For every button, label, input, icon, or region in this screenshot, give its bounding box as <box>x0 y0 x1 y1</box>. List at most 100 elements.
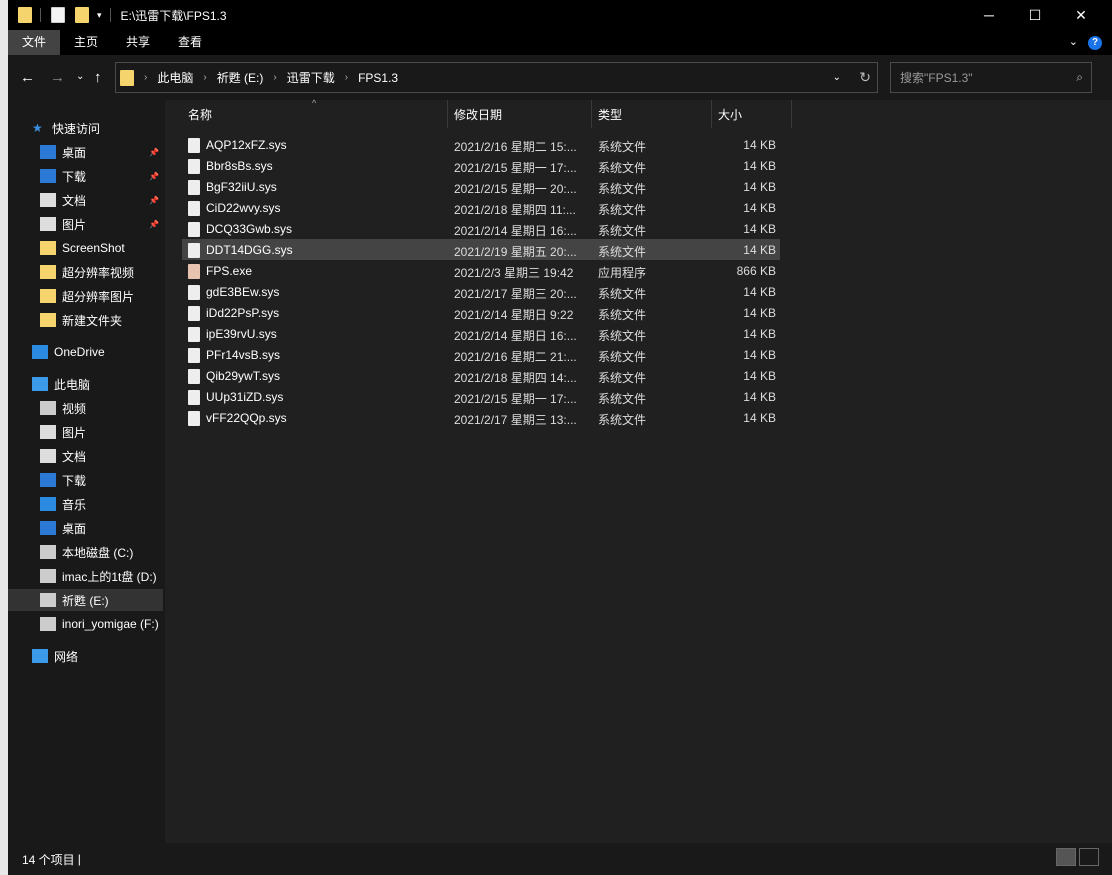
customize-toolbar-icon[interactable]: ▾ <box>97 10 102 21</box>
breadcrumb-fps[interactable]: FPS1.3 <box>358 71 398 85</box>
sidebar-item[interactable]: 新建文件夹 <box>8 309 163 331</box>
cloud-icon <box>32 345 48 359</box>
tab-file[interactable]: 文件 <box>8 30 61 55</box>
column-header-date[interactable]: 修改日期 <box>448 100 592 128</box>
file-row[interactable]: vFF22QQp.sys 2021/2/17 星期三 13:... 系统文件 1… <box>182 407 780 428</box>
pin-icon: 📌 <box>149 195 159 205</box>
sidebar-item[interactable]: 下载 📌 <box>8 165 163 187</box>
file-name: BgF32iiU.sys <box>206 180 277 194</box>
file-name: iDd22PsP.sys <box>206 306 280 320</box>
search-input[interactable]: 搜索"FPS1.3" ⌕ <box>890 62 1092 93</box>
file-row[interactable]: Bbr8sBs.sys 2021/2/15 星期一 17:... 系统文件 14… <box>182 155 780 176</box>
system-file-icon <box>188 306 200 321</box>
large-icons-view-button[interactable] <box>1079 848 1099 866</box>
sidebar-item[interactable]: inori_yomigae (F:) <box>8 613 163 635</box>
sidebar-item[interactable]: 视频 <box>8 397 163 419</box>
sidebar-item[interactable]: 图片 📌 <box>8 213 163 235</box>
tab-home[interactable]: 主页 <box>60 30 112 55</box>
sidebar-item[interactable]: 网络 <box>8 645 163 667</box>
sidebar-item[interactable]: 本地磁盘 (C:) <box>8 541 163 563</box>
sidebar-item[interactable]: imac上的1t盘 (D:) <box>8 565 163 587</box>
sidebar-item[interactable]: 桌面 📌 <box>8 141 163 163</box>
pictures-icon <box>40 217 56 231</box>
sidebar-item[interactable]: 图片 <box>8 421 163 443</box>
file-row[interactable]: iDd22PsP.sys 2021/2/14 星期日 9:22 系统文件 14 … <box>182 302 780 323</box>
file-row[interactable]: BgF32iiU.sys 2021/2/15 星期一 20:... 系统文件 1… <box>182 176 780 197</box>
sidebar-item[interactable]: 文档 <box>8 445 163 467</box>
forward-button[interactable]: → <box>50 69 65 86</box>
sidebar-item-label: 新建文件夹 <box>62 313 123 328</box>
file-row[interactable]: AQP12xFZ.sys 2021/2/16 星期二 15:... 系统文件 1… <box>182 134 780 155</box>
sidebar-item-label: 超分辨率图片 <box>62 289 135 304</box>
sidebar-item[interactable]: 桌面 <box>8 517 163 539</box>
system-file-icon <box>188 180 200 195</box>
pin-icon: 📌 <box>149 219 159 229</box>
breadcrumb-drive-e[interactable]: 祈甦 (E:) <box>217 69 264 86</box>
sidebar-item[interactable]: 文档 📌 <box>8 189 163 211</box>
drive-icon <box>40 569 56 583</box>
search-icon[interactable]: ⌕ <box>1076 70 1083 85</box>
sidebar-item[interactable]: OneDrive <box>8 341 163 363</box>
system-file-icon <box>188 327 200 342</box>
sidebar-item[interactable]: 音乐 <box>8 493 163 515</box>
close-button[interactable]: ✕ <box>1058 0 1104 30</box>
sidebar-item[interactable]: 超分辨率图片 <box>8 285 163 307</box>
file-size: 14 KB <box>743 201 776 215</box>
recent-locations-button[interactable]: ⌄ <box>76 71 84 82</box>
column-header-size[interactable]: 大小 <box>712 100 792 128</box>
file-date: 2021/2/15 星期一 17:... <box>454 392 577 406</box>
sidebar-item[interactable]: 超分辨率视频 <box>8 261 163 283</box>
help-icon[interactable]: ? <box>1088 36 1102 50</box>
file-date: 2021/2/19 星期五 20:... <box>454 245 577 259</box>
file-name: CiD22wvy.sys <box>206 201 281 215</box>
file-date: 2021/2/15 星期一 17:... <box>454 161 577 175</box>
sidebar-item-label: ScreenShot <box>62 241 125 255</box>
video-icon <box>40 401 56 415</box>
folder-icon <box>18 7 32 23</box>
properties-icon[interactable] <box>51 7 65 23</box>
tab-share[interactable]: 共享 <box>112 30 164 55</box>
file-row[interactable]: Qib29ywT.sys 2021/2/18 星期四 14:... 系统文件 1… <box>182 365 780 386</box>
file-type: 系统文件 <box>598 224 647 238</box>
sidebar-item[interactable]: 下载 <box>8 469 163 491</box>
sidebar-item[interactable]: ScreenShot <box>8 237 163 259</box>
file-date: 2021/2/14 星期日 16:... <box>454 329 577 343</box>
sidebar-item[interactable]: ★ 快速访问 <box>8 117 163 139</box>
expand-ribbon-icon[interactable]: ⌄ <box>1069 35 1078 48</box>
file-row[interactable]: FPS.exe 2021/2/3 星期三 19:42 应用程序 866 KB <box>182 260 780 281</box>
file-row[interactable]: ipE39rvU.sys 2021/2/14 星期日 16:... 系统文件 1… <box>182 323 780 344</box>
file-row[interactable]: gdE3BEw.sys 2021/2/17 星期三 20:... 系统文件 14… <box>182 281 780 302</box>
maximize-button[interactable]: ☐ <box>1012 0 1058 30</box>
file-row[interactable]: CiD22wvy.sys 2021/2/18 星期四 11:... 系统文件 1… <box>182 197 780 218</box>
file-row[interactable]: DDT14DGG.sys 2021/2/19 星期五 20:... 系统文件 1… <box>182 239 780 260</box>
file-date: 2021/2/18 星期四 14:... <box>454 371 577 385</box>
address-bar[interactable]: › 此电脑 › 祈甦 (E:) › 迅雷下载 › FPS1.3 ⌄ ↻ <box>115 62 878 93</box>
file-size: 14 KB <box>743 348 776 362</box>
file-row[interactable]: PFr14vsB.sys 2021/2/16 星期二 21:... 系统文件 1… <box>182 344 780 365</box>
breadcrumb-this-pc[interactable]: 此电脑 <box>157 69 193 86</box>
folder-icon <box>40 265 56 279</box>
tab-view[interactable]: 查看 <box>164 30 216 55</box>
file-row[interactable]: DCQ33Gwb.sys 2021/2/14 星期日 16:... 系统文件 1… <box>182 218 780 239</box>
minimize-button[interactable]: ─ <box>966 0 1012 30</box>
file-type: 系统文件 <box>598 182 647 196</box>
folder-icon <box>40 241 56 255</box>
column-header-type[interactable]: 类型 <box>592 100 712 128</box>
file-row[interactable]: UUp31iZD.sys 2021/2/15 星期一 17:... 系统文件 1… <box>182 386 780 407</box>
column-header-name[interactable]: 名称 <box>182 100 448 128</box>
back-button[interactable]: ← <box>20 69 35 86</box>
sidebar-item[interactable]: 祈甦 (E:) <box>8 589 163 611</box>
sidebar-item-label: 此电脑 <box>54 377 91 392</box>
breadcrumb-xunlei[interactable]: 迅雷下载 <box>287 69 335 86</box>
up-button[interactable]: ↑ <box>94 69 102 86</box>
file-type: 系统文件 <box>598 413 647 427</box>
address-dropdown-button[interactable]: ⌄ <box>833 72 841 83</box>
download-icon <box>40 473 56 487</box>
file-date: 2021/2/15 星期一 20:... <box>454 182 577 196</box>
refresh-button[interactable]: ↻ <box>859 69 871 86</box>
file-size: 14 KB <box>743 369 776 383</box>
new-folder-icon[interactable] <box>75 7 89 23</box>
file-date: 2021/2/14 星期日 9:22 <box>454 308 574 322</box>
details-view-button[interactable] <box>1056 848 1076 866</box>
sidebar-item[interactable]: 此电脑 <box>8 373 163 395</box>
